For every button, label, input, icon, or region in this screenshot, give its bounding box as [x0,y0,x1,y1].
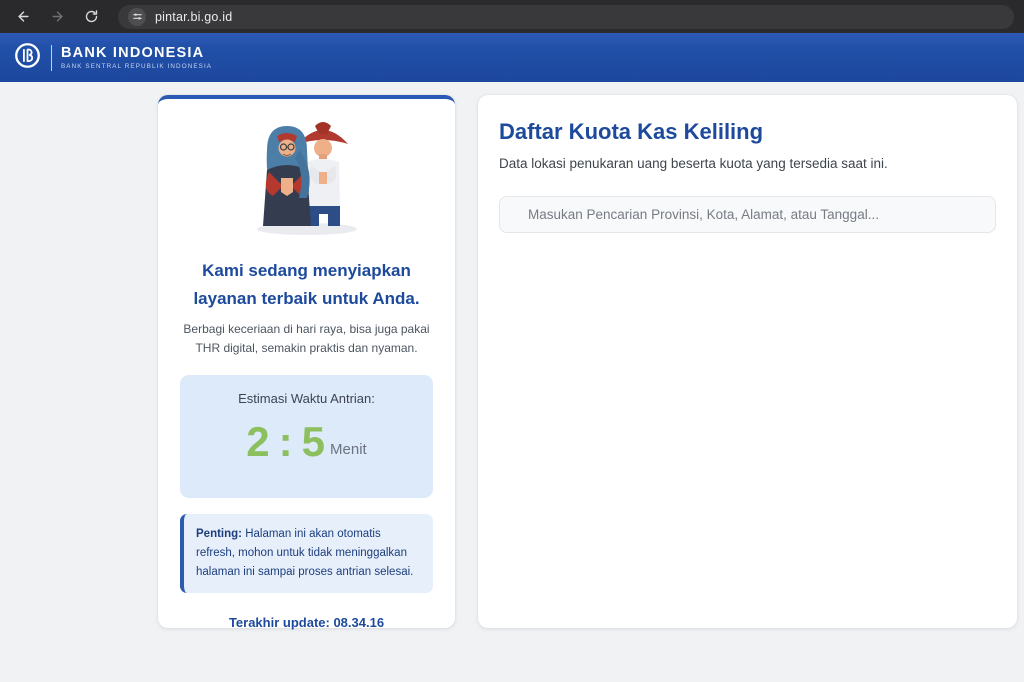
forward-icon [50,9,65,24]
queue-subtext: Berbagi keceriaan di hari raya, bisa jug… [174,320,439,358]
bank-indonesia-logo-icon [14,42,41,74]
quota-title: Daftar Kuota Kas Keliling [499,119,996,145]
queue-heading: Kami sedang menyiapkan layanan terbaik u… [182,257,431,313]
queue-status-card: Kami sedang menyiapkan layanan terbaik u… [158,95,455,628]
back-button[interactable] [10,4,36,30]
estimate-label: Estimasi Waktu Antrian: [238,391,375,406]
address-bar[interactable]: pintar.bi.go.id [118,5,1014,29]
timer-seconds: 5 [302,420,325,464]
last-update-text: Terakhir update: 08.34.16 [158,615,455,630]
brand-title: BANK INDONESIA [61,46,212,61]
notice-box: Penting: Halaman ini akan otomatis refre… [180,514,433,593]
timer-minutes: 2 [246,420,269,464]
queue-timer: 2 : 5 Menit [246,420,366,464]
site-info-icon[interactable] [128,8,146,26]
back-icon [16,9,31,24]
bank-indonesia-header: BANK INDONESIA BANK SENTRAL REPUBLIK IND… [0,33,1024,82]
notice-bold-label: Penting: [196,528,242,540]
page: pintar.bi.go.id BANK INDONESIA BANK SENT… [0,0,1024,682]
brand-subtitle: BANK SENTRAL REPUBLIK INDONESIA [61,63,212,70]
timer-unit: Menit [330,441,367,458]
url-text: pintar.bi.go.id [155,10,232,24]
reload-button[interactable] [78,4,104,30]
greeting-illustration [223,114,391,236]
quota-list-card: Daftar Kuota Kas Keliling Data lokasi pe… [478,95,1017,628]
bank-indonesia-logo: BANK INDONESIA BANK SENTRAL REPUBLIK IND… [14,42,212,74]
estimate-box: Estimasi Waktu Antrian: 2 : 5 Menit [180,375,433,498]
browser-toolbar: pintar.bi.go.id [0,0,1024,33]
forward-button[interactable] [44,4,70,30]
quota-search-input[interactable] [499,196,996,233]
quota-subtitle: Data lokasi penukaran uang beserta kuota… [499,156,996,171]
logo-divider [51,45,52,71]
timer-separator: : [279,420,293,464]
reload-icon [84,9,99,24]
